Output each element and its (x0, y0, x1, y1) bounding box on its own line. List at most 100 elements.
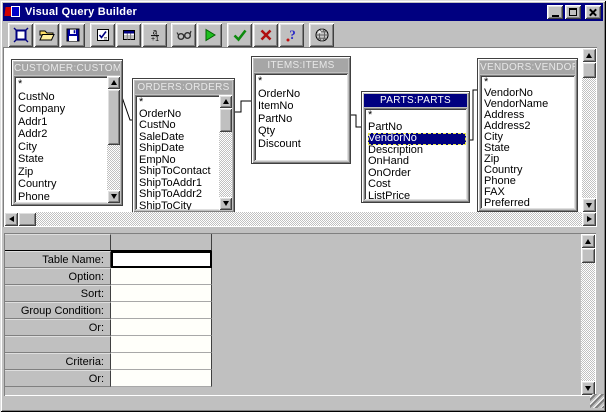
field-item-star[interactable]: * (368, 110, 467, 122)
scroll-track[interactable] (107, 145, 120, 190)
scroll-thumb[interactable] (107, 89, 120, 145)
field-item-vendorno[interactable]: VendorNo (484, 88, 575, 99)
minimize-button[interactable] (547, 5, 563, 19)
table-caption-active[interactable]: PARTS:PARTS (364, 94, 467, 107)
accept-button[interactable] (227, 23, 252, 47)
help-button[interactable]: ? (279, 23, 304, 47)
table-box-orders[interactable]: ORDERS:ORDERS *OrderNoCustNoSaleDateShip… (133, 79, 234, 212)
field-item-addr1[interactable]: Addr1 (18, 116, 105, 129)
field-item-address2[interactable]: Address2 (484, 121, 575, 132)
scroll-track[interactable] (581, 263, 595, 381)
table-box-parts[interactable]: PARTS:PARTS *PartNoVendorNoDescriptionOn… (362, 92, 469, 202)
scroll-up-button[interactable] (581, 234, 595, 248)
field-item-vendorno[interactable]: VendorNo (368, 133, 466, 145)
grid-cell[interactable] (111, 302, 212, 319)
field-item-onorder[interactable]: OnOrder (368, 168, 467, 180)
scroll-thumb[interactable] (582, 62, 596, 78)
field-item-star[interactable]: * (258, 75, 348, 88)
titlebar[interactable]: Visual Query Builder (3, 3, 603, 21)
field-item-empno[interactable]: EmpNo (139, 155, 217, 167)
scroll-up-button[interactable] (582, 48, 596, 62)
field-item-star[interactable]: * (484, 77, 575, 88)
field-item-company[interactable]: Company (18, 103, 105, 116)
close-button[interactable] (585, 5, 601, 19)
grid-cell[interactable] (111, 268, 212, 285)
list-scrollbar[interactable] (219, 95, 232, 210)
scroll-down-button[interactable] (581, 381, 595, 395)
table-caption[interactable]: ITEMS:ITEMS (254, 59, 348, 72)
field-item-orderno[interactable]: OrderNo (139, 109, 217, 121)
grid-cell[interactable] (111, 285, 212, 302)
field-item-cost[interactable]: Cost (368, 179, 467, 191)
sort-button[interactable]: a +1 (142, 23, 167, 47)
scroll-thumb[interactable] (219, 108, 232, 132)
run-query-button[interactable] (197, 23, 222, 47)
field-item-partno[interactable]: PartNo (368, 122, 467, 134)
scroll-down-button[interactable] (582, 198, 596, 212)
field-item-vendorname[interactable]: VendorName (484, 99, 575, 110)
scroll-thumb[interactable] (18, 212, 36, 226)
scroll-track[interactable] (219, 132, 232, 197)
resize-grip[interactable] (590, 394, 604, 408)
table-box-customer[interactable]: CUSTOMER:CUSTOMER *CustNoCompanyAddr1Add… (12, 60, 122, 205)
field-item-star[interactable]: * (18, 78, 105, 91)
field-item-description[interactable]: Description (368, 145, 467, 157)
field-item-shiptoaddr2[interactable]: ShipToAddr2 (139, 189, 217, 201)
scroll-thumb[interactable] (581, 248, 595, 263)
field-item-preferred[interactable]: Preferred (484, 198, 575, 209)
field-item-partno[interactable]: PartNo (258, 113, 348, 126)
grid-cell[interactable] (111, 336, 212, 353)
add-table-button[interactable] (116, 23, 141, 47)
field-item-itemno[interactable]: ItemNo (258, 100, 348, 113)
field-item-phone[interactable]: Phone (18, 191, 105, 204)
field-item-shiptocity[interactable]: ShipToCity (139, 201, 217, 211)
field-item-state[interactable]: State (18, 153, 105, 166)
scroll-down-button[interactable] (219, 197, 232, 210)
table-box-items[interactable]: ITEMS:ITEMS *OrderNoItemNoPartNoQtyDisco… (252, 57, 350, 163)
grid-cell[interactable] (111, 319, 212, 336)
scroll-up-button[interactable] (219, 95, 232, 108)
field-item-city[interactable]: City (484, 132, 575, 143)
scroll-right-button[interactable] (582, 212, 596, 226)
field-item-orderno[interactable]: OrderNo (258, 88, 348, 101)
field-item-saledate[interactable]: SaleDate (139, 132, 217, 144)
field-item-listprice[interactable]: ListPrice (368, 191, 467, 201)
field-item-custno[interactable]: CustNo (139, 120, 217, 132)
query-workspace[interactable]: CUSTOMER:CUSTOMER *CustNoCompanyAddr1Add… (4, 48, 582, 212)
field-item-country[interactable]: Country (18, 178, 105, 191)
field-item-onhand[interactable]: OnHand (368, 156, 467, 168)
field-item-shiptocontact[interactable]: ShipToContact (139, 166, 217, 178)
field-item-phone[interactable]: Phone (484, 176, 575, 187)
save-query-button[interactable] (60, 23, 85, 47)
table-caption[interactable]: VENDORS:VENDORS (480, 61, 575, 74)
grid-cell[interactable] (111, 370, 212, 387)
view-sql-button[interactable] (171, 23, 196, 47)
field-item-discount[interactable]: Discount (258, 138, 348, 151)
new-query-button[interactable] (8, 23, 33, 47)
field-item-zip[interactable]: Zip (18, 166, 105, 179)
grid-cell[interactable] (111, 353, 212, 370)
query-properties-button[interactable] (90, 23, 115, 47)
open-query-button[interactable] (34, 23, 59, 47)
field-item-address[interactable]: Address (484, 110, 575, 121)
workspace-horizontal-scrollbar[interactable] (4, 212, 596, 226)
field-item-star[interactable]: * (139, 97, 217, 109)
field-item-shiptoaddr1[interactable]: ShipToAddr1 (139, 178, 217, 190)
list-scrollbar[interactable] (107, 76, 120, 203)
field-item-zip[interactable]: Zip (484, 154, 575, 165)
field-item-addr2[interactable]: Addr2 (18, 128, 105, 141)
table-caption[interactable]: ORDERS:ORDERS (135, 81, 232, 94)
cancel-button[interactable] (253, 23, 278, 47)
scroll-left-button[interactable] (4, 212, 18, 226)
database-button[interactable] (309, 23, 334, 47)
scroll-track[interactable] (36, 212, 582, 226)
workspace-vertical-scrollbar[interactable] (582, 48, 596, 212)
field-item-shipdate[interactable]: ShipDate (139, 143, 217, 155)
table-caption[interactable]: CUSTOMER:CUSTOMER (14, 62, 120, 75)
table-box-vendors[interactable]: VENDORS:VENDORS *VendorNoVendorNameAddre… (478, 59, 577, 211)
field-item-city[interactable]: City (18, 141, 105, 154)
grid-cell-focused[interactable] (111, 251, 212, 268)
field-item-custno[interactable]: CustNo (18, 91, 105, 104)
grid-vertical-scrollbar[interactable] (581, 234, 595, 395)
field-item-country[interactable]: Country (484, 165, 575, 176)
